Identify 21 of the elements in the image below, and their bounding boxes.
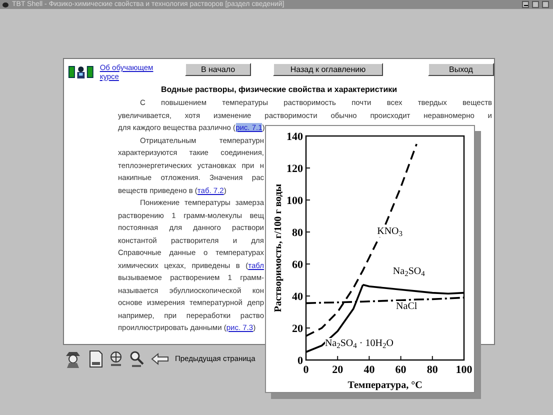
x-tick-label: 20	[332, 364, 344, 376]
y-tick-label: 120	[286, 163, 303, 175]
y-tick-label: 100	[286, 195, 303, 207]
x-tick-label: 0	[303, 364, 309, 376]
x-tick-label: 40	[364, 364, 375, 376]
y-tick-label: 0	[298, 355, 303, 367]
x-tick-label: 60	[395, 364, 406, 376]
y-tick-label: 80	[292, 227, 303, 239]
curve-label: Na$_{2}$SO$_{4}$	[392, 266, 425, 277]
curve-label: KNO$_{3}$	[377, 226, 403, 237]
y-tick-label: 60	[292, 259, 303, 271]
page-heading: Водные растворы, физические свойства и характеристики	[160, 84, 398, 96]
y-tick-label: 40	[292, 291, 303, 303]
curve-label: NaCl	[396, 301, 418, 312]
curve-label: Na$_{2}$SO$_{4}$ · 10H$_{2}$O	[324, 338, 394, 349]
y-tick-label: 140	[286, 131, 303, 143]
y-axis-title: Растворимость, г/100 г воды	[273, 184, 284, 312]
x-tick-label: 80	[426, 364, 438, 376]
x-axis-title: Температура, °C	[348, 380, 422, 391]
y-tick-label: 20	[292, 323, 303, 335]
x-tick-label: 100	[456, 364, 472, 376]
